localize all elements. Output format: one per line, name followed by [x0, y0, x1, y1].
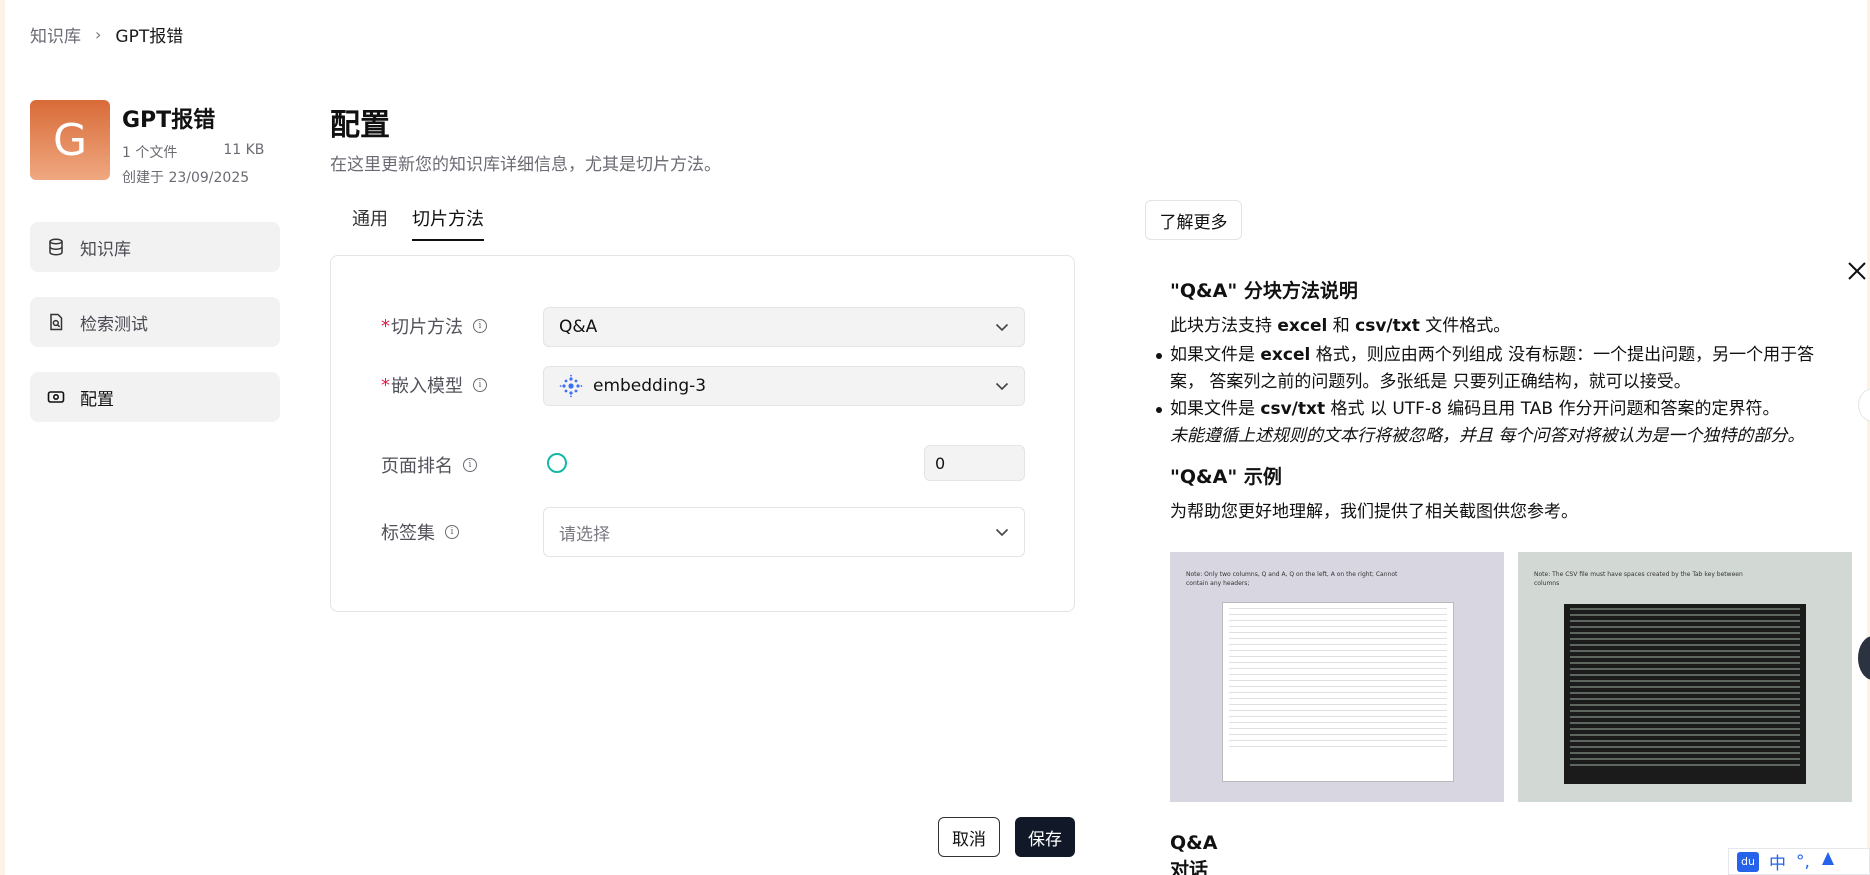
- breadcrumb-current: GPT报错: [115, 27, 184, 47]
- ime-skin-icon[interactable]: [1820, 851, 1836, 872]
- kb-size: 11 KB: [223, 142, 265, 158]
- ime-mode[interactable]: 中: [1769, 849, 1786, 874]
- help-intro-text: 文件格式。: [1419, 316, 1511, 336]
- page-rank-value: 0: [935, 453, 946, 473]
- help-heading: "Q&A" 分块方法说明: [1170, 280, 1358, 302]
- page-rank-label: 页面排名 i: [381, 452, 477, 478]
- sidebar-item-label: 配置: [80, 389, 114, 410]
- chevron-down-icon: [995, 525, 1009, 539]
- help-bullet: 如果文件是 excel 格式，则应由两个列组成 没有标题：一个提出问题，另一个用…: [1156, 342, 1840, 396]
- chunk-form-card: * 切片方法 i Q&A * 嵌入模型 i embedding-3 页面排名 i…: [330, 255, 1075, 612]
- required-mark: *: [381, 374, 390, 396]
- help-intro-bold: csv/txt: [1355, 316, 1420, 336]
- tag-set-placeholder: 请选择: [559, 524, 610, 545]
- info-icon[interactable]: i: [445, 525, 459, 539]
- example-heading: "Q&A" 示例: [1170, 466, 1282, 488]
- shot-note: Note: The CSV file must have spaces crea…: [1534, 571, 1743, 587]
- left-edge: [0, 0, 5, 875]
- info-icon[interactable]: i: [473, 319, 487, 333]
- example-screenshots: Note: Only two columns, Q and A, Q on th…: [1170, 552, 1852, 802]
- cancel-button[interactable]: 取消: [938, 817, 1000, 857]
- ime-toolbar: du 中 °,: [1728, 848, 1870, 875]
- tab-chunk-method[interactable]: 切片方法: [412, 205, 484, 241]
- page-rank-input[interactable]: 0: [924, 445, 1025, 481]
- help-intro: 此块方法支持 excel 和 csv/txt 文件格式。: [1170, 313, 1840, 340]
- sidebar-item-label: 知识库: [80, 239, 131, 260]
- help-italic-note: 未能遵循上述规则的文本行将被忽略，并且 每个问答对将被认为是一个独特的部分。: [1170, 423, 1840, 450]
- tag-set-label-text: 标签集: [381, 523, 435, 544]
- help-bullet: 如果文件是 csv/txt 格式 以 UTF-8 编码且用 TAB 作分开问题和…: [1156, 396, 1840, 423]
- embedding-model-label-text: 嵌入模型: [391, 376, 463, 397]
- sidebar-item-label: 检索测试: [80, 314, 148, 335]
- bullet-bold: excel: [1260, 345, 1311, 365]
- terminal-image: [1564, 604, 1806, 784]
- chunk-method-label-text: 切片方法: [391, 317, 463, 338]
- chevron-down-icon: [995, 379, 1009, 393]
- page-title: 配置: [330, 108, 390, 143]
- ime-logo-icon[interactable]: du: [1737, 851, 1759, 872]
- page-rank-label-text: 页面排名: [381, 456, 453, 477]
- kb-title: GPT报错: [122, 108, 216, 133]
- help-intro-bold: excel: [1277, 316, 1328, 336]
- page-subtitle: 在这里更新您的知识库详细信息，尤其是切片方法。: [330, 155, 721, 175]
- config-tabs: 通用 切片方法: [352, 205, 484, 241]
- breadcrumb: 知识库 › GPT报错: [30, 22, 183, 47]
- settings-icon: [46, 387, 66, 407]
- kb-file-count: 1 个文件: [122, 145, 178, 161]
- italic-note-text: 未能遵循上述规则的文本行将被忽略，并且 每个问答对将被认为是一个独特的部分。: [1170, 426, 1805, 446]
- chunk-method-value: Q&A: [559, 317, 598, 337]
- embedding-model-value: embedding-3: [593, 376, 707, 396]
- help-bullets: 如果文件是 excel 格式，则应由两个列组成 没有标题：一个提出问题，另一个用…: [1156, 342, 1840, 423]
- shot-note: Note: Only two columns, Q and A, Q on th…: [1186, 571, 1398, 587]
- required-mark: *: [381, 315, 390, 337]
- embedding-model-select[interactable]: embedding-3: [543, 366, 1025, 406]
- tab-general[interactable]: 通用: [352, 205, 388, 241]
- embedding-model-display: embedding-3: [559, 374, 706, 398]
- excel-example-image: Note: Only two columns, Q and A, Q on th…: [1170, 552, 1504, 802]
- spreadsheet-image: [1222, 602, 1454, 782]
- help-panel: "Q&A" 分块方法说明 此块方法支持 excel 和 csv/txt 文件格式…: [1156, 278, 1840, 526]
- bullet-text: 如果文件是: [1170, 345, 1261, 365]
- info-icon[interactable]: i: [473, 378, 487, 392]
- help-intro-text: 和: [1327, 316, 1356, 336]
- bullet-text: 如果文件是: [1170, 399, 1261, 419]
- embedding-model-label: * 嵌入模型 i: [381, 372, 487, 398]
- help-intro-text: 此块方法支持: [1170, 316, 1278, 336]
- side-assistant-avatar[interactable]: [1858, 636, 1870, 680]
- chunk-method-label: * 切片方法 i: [381, 313, 487, 339]
- bullet-bold: csv/txt: [1260, 399, 1326, 419]
- bullet-text: 格式 以 UTF-8 编码且用 TAB 作分开问题和答案的定界符。: [1325, 399, 1780, 419]
- database-icon: [46, 237, 66, 257]
- learn-more-button[interactable]: 了解更多: [1145, 200, 1242, 240]
- example-text: 为帮助您更好地理解，我们提供了相关截图供您参考。: [1170, 502, 1578, 522]
- kb-meta: 1 个文件 11 KB: [122, 142, 264, 162]
- sidebar-item-knowledge-base[interactable]: 知识库: [30, 222, 280, 272]
- breadcrumb-root-link[interactable]: 知识库: [30, 22, 81, 47]
- sidebar-item-retrieval-test[interactable]: 检索测试: [30, 297, 280, 347]
- kb-info: GPT报错 1 个文件 11 KB 创建于 23/09/2025: [122, 100, 264, 187]
- chunk-method-select[interactable]: Q&A: [543, 307, 1025, 347]
- zhipu-logo-icon: [559, 374, 583, 398]
- csv-example-image: Note: The CSV file must have spaces crea…: [1518, 552, 1852, 802]
- ime-punct[interactable]: °,: [1796, 852, 1810, 872]
- sidebar-item-settings[interactable]: 配置: [30, 372, 280, 422]
- page-rank-slider-thumb[interactable]: [547, 453, 567, 473]
- save-button[interactable]: 保存: [1015, 817, 1075, 857]
- kb-card: G GPT报错 1 个文件 11 KB 创建于 23/09/2025: [30, 100, 264, 187]
- file-search-icon: [46, 312, 66, 332]
- side-float-button[interactable]: [1858, 388, 1870, 422]
- kb-avatar: G: [30, 100, 110, 180]
- info-icon[interactable]: i: [463, 458, 477, 472]
- chevron-right-icon: ›: [95, 25, 102, 44]
- close-icon[interactable]: [1846, 260, 1868, 282]
- tag-set-select[interactable]: 请选择: [543, 507, 1025, 557]
- tag-set-label: 标签集 i: [381, 519, 459, 545]
- chevron-down-icon: [995, 320, 1009, 334]
- qa-dialog-heading: Q&A 对话示例: [1170, 832, 1218, 875]
- kb-created: 创建于 23/09/2025: [122, 170, 250, 186]
